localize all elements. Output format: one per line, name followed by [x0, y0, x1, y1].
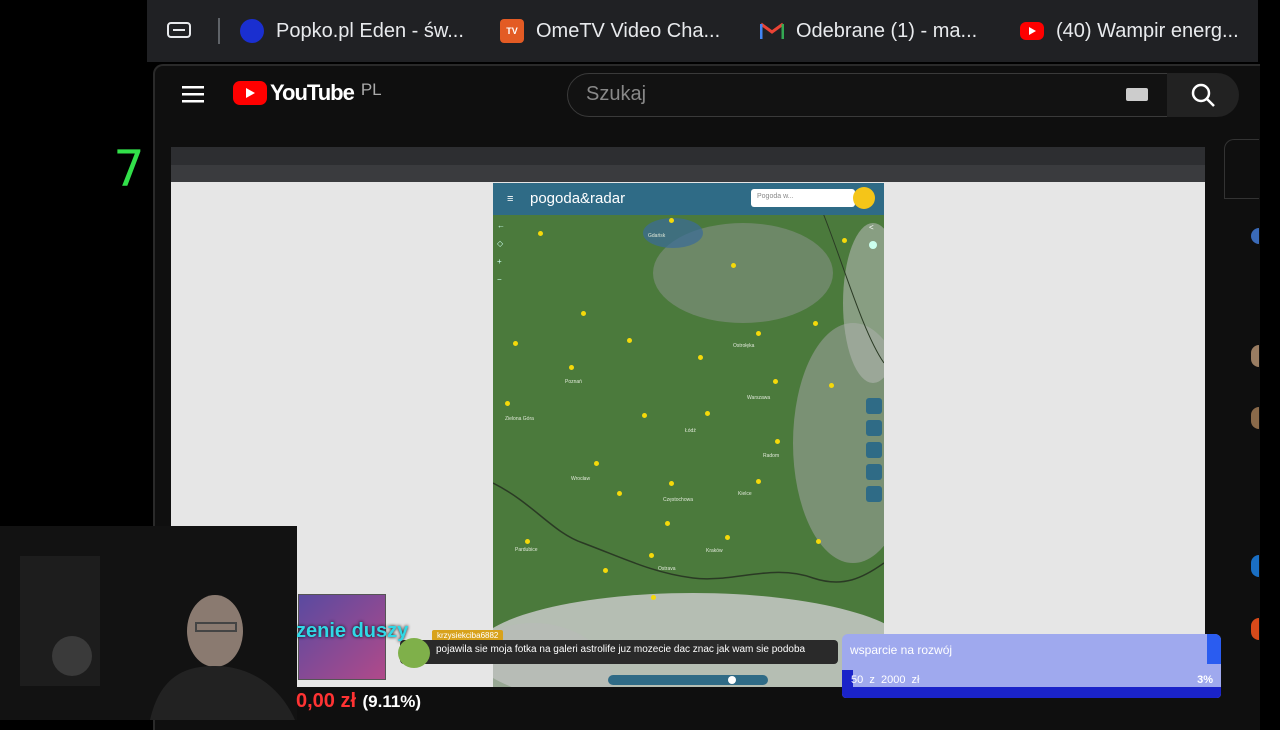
- weather-radar-map[interactable]: Poznań Łódź Wrocław Warszawa Gdańsk Kiel…: [493, 183, 884, 687]
- goal-progress-text: 50 z 2000 zł: [851, 674, 920, 686]
- stream-title: zenie duszy: [296, 620, 409, 642]
- donation-goal-widget: wsparcie na rozwój 50 z 2000 zł 3%: [842, 634, 1221, 698]
- goal-bottom-bar: [842, 687, 1221, 698]
- share-icon[interactable]: <: [869, 223, 879, 233]
- sidebar-avatar[interactable]: [1251, 407, 1259, 429]
- pogoda-search-icon[interactable]: [853, 187, 875, 209]
- goal-percent: 3%: [1197, 674, 1213, 686]
- donation-amount: 0,00 zł: [296, 690, 357, 712]
- pogoda-menu-icon[interactable]: ≡: [507, 193, 513, 205]
- map-back-icon[interactable]: ←: [497, 221, 507, 231]
- layer-wind-button[interactable]: [866, 420, 882, 436]
- tab-separator: [218, 18, 220, 44]
- map-terrain: [493, 212, 884, 687]
- popko-icon: [240, 19, 264, 43]
- tab-label: OmeTV Video Cha...: [536, 19, 721, 42]
- tab-label: Odebrane (1) - ma...: [796, 19, 978, 42]
- ometv-icon: TV: [500, 19, 524, 43]
- tab-ometv[interactable]: TV OmeTV Video Cha...: [500, 14, 720, 48]
- sidebar-avatar[interactable]: [1251, 618, 1259, 640]
- sidebar-avatar[interactable]: [1251, 555, 1259, 577]
- search-button[interactable]: [1167, 73, 1239, 117]
- donation-percent: (9.11%): [362, 692, 422, 711]
- layer-pressure-button[interactable]: [866, 486, 882, 502]
- locate-icon[interactable]: ◇: [497, 239, 507, 249]
- captured-tab-strip: [171, 147, 1205, 165]
- search-icon: [1191, 83, 1215, 107]
- zoom-out-icon[interactable]: −: [497, 275, 507, 285]
- goal-title: wsparcie na rozwój: [850, 643, 953, 657]
- tab-search-icon[interactable]: [166, 20, 194, 42]
- layer-temp-button[interactable]: [866, 442, 882, 458]
- keyboard-icon[interactable]: [1126, 88, 1148, 101]
- pogoda-header: ≡ pogoda&radar Pogoda w...: [493, 183, 884, 215]
- goal-accent-bar: [1207, 634, 1221, 664]
- pogoda-search-input[interactable]: Pogoda w...: [751, 189, 855, 207]
- layer-clouds-button[interactable]: [866, 398, 882, 414]
- goal-progress-track: 50 z 2000 zł 3%: [842, 670, 1221, 687]
- sidebar-avatar[interactable]: [1251, 345, 1259, 367]
- youtube-logo-text: YouTube: [270, 80, 355, 105]
- tab-youtube[interactable]: (40) Wampir energ...: [1020, 14, 1239, 48]
- layer-rain-button[interactable]: [866, 464, 882, 480]
- side-counter: 7: [114, 140, 145, 198]
- tab-popko[interactable]: Popko.pl Eden - św...: [240, 14, 464, 48]
- gmail-icon: [760, 19, 784, 43]
- sidebar-edge-panel: [1224, 139, 1259, 199]
- zoom-in-icon[interactable]: +: [497, 257, 507, 267]
- search-placeholder: Szukaj: [586, 83, 647, 105]
- tab-gmail[interactable]: Odebrane (1) - ma...: [760, 14, 977, 48]
- radar-timeline[interactable]: [608, 675, 768, 685]
- youtube-logo-icon: [233, 81, 267, 105]
- chat-message: pojawila sie moja fotka na galeri astrol…: [436, 644, 806, 655]
- streamer-silhouette: [0, 526, 297, 720]
- chat-message-bar: pojawila sie moja fotka na galeri astrol…: [400, 640, 838, 664]
- youtube-region: PL: [360, 80, 382, 99]
- menu-icon[interactable]: [182, 84, 206, 104]
- youtube-icon: [1020, 22, 1044, 40]
- pogoda-search-placeholder: Pogoda w...: [757, 193, 794, 200]
- tab-label: (40) Wampir energ...: [1056, 19, 1239, 42]
- search-input[interactable]: Szukaj: [567, 73, 1169, 117]
- webcam-feed: [0, 526, 297, 720]
- timeline-handle[interactable]: [728, 676, 736, 684]
- captured-address-bar: [171, 165, 1205, 182]
- donation-counter: 0,00 zł (9.11%): [296, 690, 496, 720]
- pogoda-logo[interactable]: pogoda&radar: [530, 190, 625, 207]
- tab-label: Popko.pl Eden - św...: [276, 19, 464, 42]
- info-icon[interactable]: [869, 241, 877, 249]
- youtube-logo[interactable]: YouTube PL: [233, 80, 382, 106]
